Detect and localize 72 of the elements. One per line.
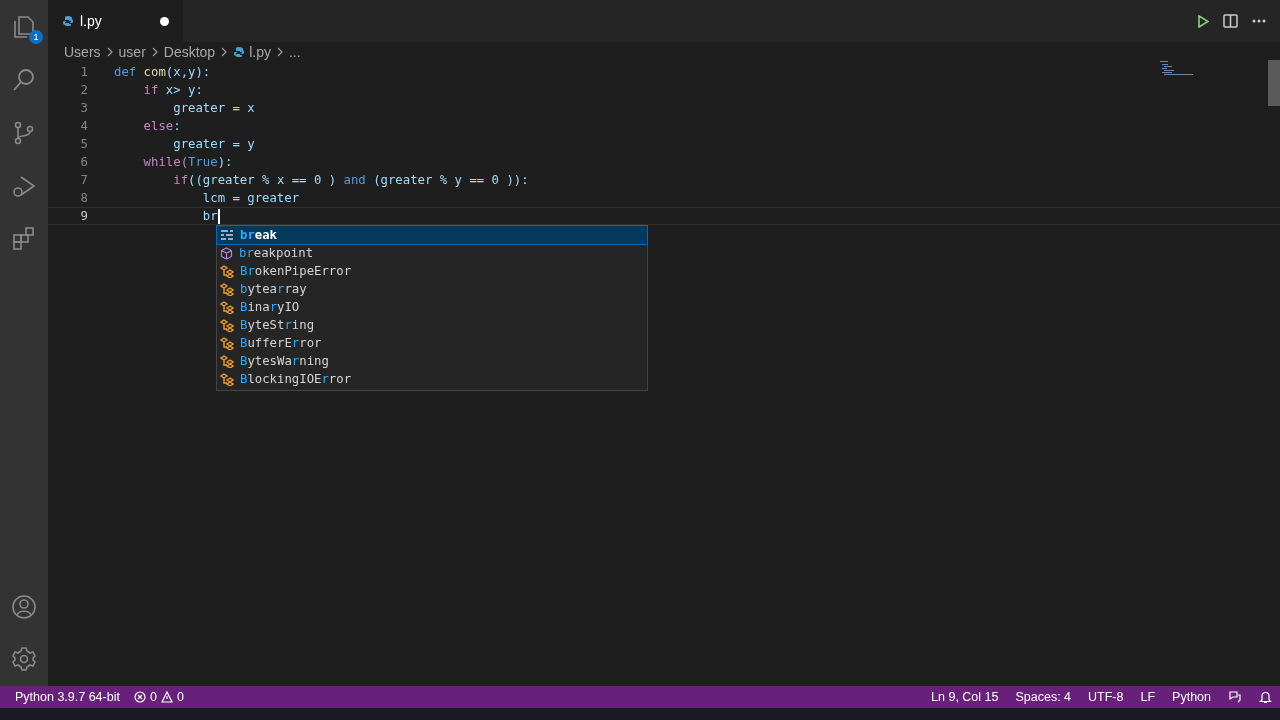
- breadcrumb-item[interactable]: l.py: [249, 44, 271, 60]
- chevron-icon: [105, 47, 114, 57]
- line-number: 3: [79, 101, 88, 115]
- code-line: def com(x,y):: [114, 65, 211, 79]
- run-debug-icon[interactable]: [11, 173, 37, 199]
- split-editor-icon[interactable]: [1223, 14, 1238, 28]
- suggestion-item[interactable]: BufferE rror: [217, 334, 647, 352]
- line-number: 5: [79, 137, 88, 151]
- breadcrumb-item[interactable]: user: [118, 44, 146, 60]
- status-item[interactable]: UTF-8: [1088, 690, 1124, 704]
- more-icon[interactable]: [1252, 19, 1266, 23]
- feedback-icon[interactable]: [1228, 690, 1242, 704]
- python-file-icon: [62, 15, 74, 27]
- editor-tab[interactable]: l.py: [48, 0, 183, 42]
- cube-icon: [220, 246, 233, 260]
- code-line: lcm = greater: [201, 191, 300, 205]
- suggestion-item[interactable]: BrokenPipeError: [217, 262, 647, 280]
- suggestion-item[interactable]: break: [217, 226, 647, 244]
- line-number: 8: [79, 191, 88, 205]
- run-icon[interactable]: [1197, 14, 1209, 28]
- suggestion-item[interactable]: Bina ryIO: [217, 298, 647, 316]
- breadcrumb-item[interactable]: Users: [64, 44, 101, 60]
- line-number: 1: [79, 65, 88, 79]
- code-line: if((greater % x == 0 ) and (greater % y == 0 )):: [172, 173, 529, 187]
- python-file-icon: [233, 46, 246, 58]
- code-line: greater = y: [172, 137, 255, 151]
- status-item[interactable]: Python: [1172, 690, 1211, 704]
- class-icon: [220, 318, 234, 332]
- class-icon: [220, 264, 234, 278]
- notification-badge: 1: [29, 30, 43, 44]
- warning-count[interactable]: 0: [176, 690, 184, 704]
- chevron-icon: [150, 47, 159, 57]
- keyword-icon: [220, 229, 234, 241]
- suggestion-item[interactable]: BytesWa rning: [217, 352, 647, 370]
- chevron-icon: [220, 47, 229, 57]
- status-item[interactable]: Spaces: 4: [1015, 690, 1072, 704]
- class-icon: [220, 372, 234, 386]
- line-number: 4: [79, 119, 88, 133]
- search-icon[interactable]: [11, 67, 37, 93]
- breadcrumb-item[interactable]: ...: [288, 44, 301, 60]
- class-icon: [220, 282, 234, 296]
- files-icon[interactable]: [11, 14, 37, 40]
- account-icon[interactable]: [11, 594, 37, 620]
- code-line: while(True):: [142, 155, 233, 169]
- code-line: greater = x: [172, 101, 255, 115]
- scrollbar[interactable]: [1268, 60, 1280, 106]
- code-line: else:: [142, 119, 181, 133]
- suggestion-item[interactable]: ByteString: [217, 316, 647, 334]
- minimap-drawing: [1160, 61, 1193, 75]
- suggestion-item[interactable]: bytea rray: [217, 280, 647, 298]
- status-item[interactable]: LF: [1140, 690, 1156, 704]
- class-icon: [220, 354, 234, 368]
- code-line: if x> y:: [142, 83, 203, 97]
- chevron-icon: [275, 47, 284, 57]
- interpreter-status[interactable]: Python 3.9.7 64-bit: [15, 690, 120, 704]
- bell-icon[interactable]: [1259, 690, 1272, 704]
- suggestion-item[interactable]: breakpoint: [217, 244, 647, 262]
- warning-icon: [160, 691, 173, 703]
- class-icon: [220, 336, 234, 350]
- error-count[interactable]: 0: [149, 690, 157, 704]
- line-number: 6: [79, 155, 88, 169]
- line-number: 9: [79, 209, 88, 223]
- status-item[interactable]: Ln 9, Col 15: [931, 690, 999, 704]
- extensions-icon[interactable]: [11, 226, 37, 252]
- line-number: 2: [79, 83, 88, 97]
- breadcrumb-item[interactable]: Desktop: [163, 44, 216, 60]
- suggestion-item[interactable]: BlockingIOError: [217, 370, 647, 388]
- settings-icon[interactable]: [11, 646, 37, 672]
- error-icon: [133, 691, 146, 703]
- line-number: 7: [79, 173, 88, 187]
- class-icon: [220, 300, 234, 314]
- code-line: br: [201, 208, 220, 224]
